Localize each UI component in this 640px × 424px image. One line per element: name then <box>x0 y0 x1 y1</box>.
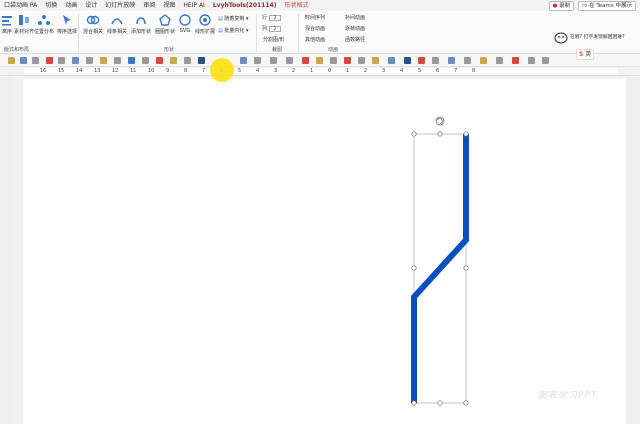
resize-handle-nw[interactable] <box>411 131 417 137</box>
resize-handle-w[interactable] <box>411 265 417 271</box>
resize-handle-se[interactable] <box>463 400 469 406</box>
watermark: 图表学习PPT <box>538 391 598 401</box>
freeform-line[interactable] <box>411 134 469 403</box>
rotate-handle[interactable] <box>435 116 445 126</box>
resize-handle-e[interactable] <box>463 265 469 271</box>
selected-shape[interactable] <box>0 0 640 424</box>
powerpoint-window: 口袋动画 PA 切换 动画 设计 幻灯片放映 审阅 视图 HEIP AI Lvy… <box>0 0 640 424</box>
resize-handle-s[interactable] <box>437 400 443 406</box>
resize-handle-sw[interactable] <box>411 400 417 406</box>
resize-handle-ne[interactable] <box>463 131 469 137</box>
cursor-highlight <box>210 58 234 82</box>
resize-handle-n[interactable] <box>437 131 443 137</box>
